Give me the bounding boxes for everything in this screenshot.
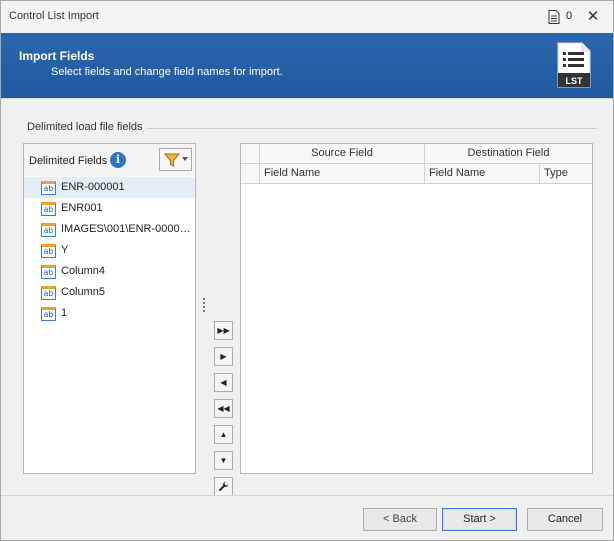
text-field-icon: ab xyxy=(41,265,56,279)
text-field-icon: ab xyxy=(41,202,56,216)
field-list-item-label: ENR-000001 xyxy=(61,181,125,193)
field-list-item-label: ENR001 xyxy=(61,202,103,214)
move-down-button[interactable]: ▼ xyxy=(214,451,233,470)
banner-subtitle: Select fields and change field names for… xyxy=(51,66,283,78)
column-destination-field-name[interactable]: Field Name xyxy=(425,164,540,184)
filter-dropdown-button[interactable] xyxy=(159,148,192,171)
control-list-import-window: Control List Import 0 ✕ Import Fields Se… xyxy=(0,0,614,541)
settings-button[interactable] xyxy=(214,477,233,496)
move-up-button-glyph: ▲ xyxy=(219,430,228,439)
field-list-item-label: Column4 xyxy=(61,265,106,277)
field-list-item[interactable]: ab Y xyxy=(24,240,195,261)
info-icon[interactable]: i xyxy=(110,152,126,168)
add-button[interactable]: ▶ xyxy=(214,347,233,366)
column-source-field-name[interactable]: Field Name xyxy=(260,164,425,184)
remove-button[interactable]: ◀ xyxy=(214,373,233,392)
field-list-item-label: Y xyxy=(61,244,69,256)
field-list-item[interactable]: ab 1 xyxy=(24,303,195,324)
add-button-glyph: ▶ xyxy=(220,352,227,361)
field-list-item[interactable]: ab Column5 xyxy=(24,282,195,303)
grid-band-header: Source Field Destination Field xyxy=(241,144,592,164)
splitter-handle[interactable] xyxy=(203,298,205,312)
remove-button-glyph: ◀ xyxy=(220,378,227,387)
header-banner: Import Fields Select fields and change f… xyxy=(1,33,613,99)
remove-all-button[interactable]: ◀◀ xyxy=(214,399,233,418)
remove-all-button-glyph: ◀◀ xyxy=(217,404,230,413)
wrench-icon xyxy=(218,481,229,492)
chevron-down-icon xyxy=(182,157,188,161)
move-down-button-glyph: ▼ xyxy=(219,456,228,465)
field-list-item[interactable]: ab ENR001 xyxy=(24,198,195,219)
column-type[interactable]: Type xyxy=(540,164,592,184)
add-all-button[interactable]: ▶▶ xyxy=(214,321,233,340)
text-field-icon: ab xyxy=(41,223,56,237)
content-area: Delimited load file fields Delimited Fie… xyxy=(1,100,613,496)
move-up-button[interactable]: ▲ xyxy=(214,425,233,444)
banner-title: Import Fields xyxy=(19,49,95,63)
field-list-item-label: IMAGES\001\ENR-000001.TIF xyxy=(61,223,191,235)
filter-icon xyxy=(164,153,180,167)
grid-column-header: Field Name Field Name Type xyxy=(241,164,592,184)
cancel-button[interactable]: Cancel xyxy=(527,508,603,531)
band-source-field: Source Field xyxy=(260,144,425,164)
field-list-item-label: 1 xyxy=(61,307,68,319)
group-label: Delimited load file fields xyxy=(27,121,143,133)
field-list-item[interactable]: ab Column4 xyxy=(24,261,195,282)
add-all-button-glyph: ▶▶ xyxy=(217,326,230,335)
text-field-icon: ab xyxy=(41,307,56,321)
field-list-item[interactable]: ab ENR-000001 xyxy=(24,177,195,198)
window-title: Control List Import xyxy=(9,10,99,22)
text-field-icon: ab xyxy=(41,244,56,258)
field-list-item[interactable]: ab IMAGES\001\ENR-000001.TIF xyxy=(24,219,195,240)
delimited-fields-label: Delimited Fields xyxy=(29,155,108,167)
destination-grid: Source Field Destination Field Field Nam… xyxy=(240,143,593,474)
footer-bar: < Back Start > Cancel xyxy=(1,495,613,540)
band-destination-field: Destination Field xyxy=(467,147,550,159)
document-count: 0 xyxy=(566,10,573,22)
text-field-icon: ab xyxy=(41,181,56,195)
delimited-fields-panel: Delimited Fields i ab ENR-000001 ab ENR001 a… xyxy=(23,143,196,474)
close-button[interactable]: ✕ xyxy=(583,7,603,27)
text-field-icon: ab xyxy=(41,286,56,300)
list-file-icon-label: LST xyxy=(566,76,584,86)
list-file-icon: LST xyxy=(557,42,591,88)
title-bar: Control List Import 0 ✕ xyxy=(1,1,613,33)
grid-corner xyxy=(241,144,260,164)
delimited-fields-header: Delimited Fields i xyxy=(24,144,195,176)
group-divider xyxy=(147,128,597,129)
delimited-fields-list: ab ENR-000001 ab ENR001 ab IMAGES\001\ENR-000… xyxy=(24,177,195,324)
grid-row-indicator-header xyxy=(241,164,260,184)
start-button[interactable]: Start > xyxy=(442,508,517,531)
back-button[interactable]: < Back xyxy=(363,508,437,531)
field-list-item-label: Column5 xyxy=(61,286,106,298)
document-icon[interactable] xyxy=(548,10,560,24)
